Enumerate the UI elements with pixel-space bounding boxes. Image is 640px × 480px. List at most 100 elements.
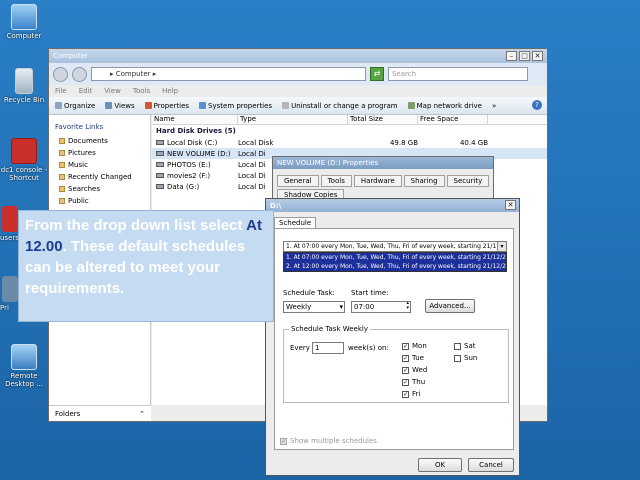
- help-icon[interactable]: ?: [532, 100, 542, 110]
- checkbox-sat[interactable]: Sat: [454, 342, 475, 350]
- schedule-task-label: Schedule Task:: [283, 289, 335, 297]
- column-total-size[interactable]: Total Size: [348, 115, 418, 124]
- menu-view[interactable]: View: [104, 87, 121, 95]
- checkbox-thu[interactable]: ✓ Thu: [402, 378, 425, 386]
- forward-button[interactable]: [72, 66, 87, 82]
- column-name[interactable]: Name: [152, 115, 238, 124]
- tab-security[interactable]: Security: [446, 175, 490, 187]
- menu-tools[interactable]: Tools: [133, 87, 150, 95]
- tab-hardware[interactable]: Hardware: [353, 175, 402, 187]
- desktop-icon-computer[interactable]: Computer: [0, 4, 48, 40]
- tab-tools[interactable]: Tools: [320, 175, 352, 187]
- address-row: ▸ Computer ▸ ⇄ Search: [49, 63, 547, 85]
- uninstall-icon: [282, 102, 290, 109]
- menu-help[interactable]: Help: [162, 87, 178, 95]
- schedule-dropdown-list: 1. At 07:00 every Mon, Tue, Wed, Thu, Fr…: [283, 252, 507, 272]
- start-time-input[interactable]: 07:00 ▴ ▾: [351, 301, 411, 313]
- every-weeks-input[interactable]: 1: [312, 342, 344, 354]
- tab-general[interactable]: General: [277, 175, 319, 187]
- drive-row[interactable]: Local Disk (C:) Local Disk 49.8 GB 40.4 …: [152, 137, 547, 148]
- checkbox-wed[interactable]: ✓ Wed: [402, 366, 427, 374]
- back-button[interactable]: [53, 66, 68, 82]
- checkbox-fri[interactable]: ✓ Fri: [402, 390, 420, 398]
- properties-button[interactable]: Properties: [144, 102, 189, 110]
- checkbox-tue[interactable]: ✓ Tue: [402, 354, 424, 362]
- checkmark-icon: [144, 102, 152, 109]
- dialog-close-button[interactable]: ✕: [505, 200, 516, 210]
- schedule-dialog: D:\ ✕ Schedule 1. At 07:00 every Mon, Tu…: [265, 198, 520, 476]
- organize-button[interactable]: Organize: [55, 102, 95, 110]
- chevron-down-icon[interactable]: ▾: [497, 242, 506, 251]
- drive-icon: [156, 162, 164, 167]
- favorite-recently-changed[interactable]: Recently Changed: [55, 171, 150, 183]
- desktop-icon-remote-desktop[interactable]: Remote Desktop ...: [0, 344, 48, 388]
- remote-desktop-icon: [11, 344, 37, 370]
- checkbox-mon[interactable]: ✓ Mon: [402, 342, 427, 350]
- refresh-icon[interactable]: ⇄: [370, 67, 384, 81]
- group-header[interactable]: Hard Disk Drives (5): [152, 125, 547, 137]
- tab-schedule[interactable]: Schedule: [274, 217, 317, 228]
- advanced-button[interactable]: Advanced...: [425, 299, 475, 313]
- every-label: Every: [290, 344, 310, 352]
- tab-sharing[interactable]: Sharing: [403, 175, 445, 187]
- toolbox-icon: [11, 138, 37, 164]
- system-properties-button[interactable]: System properties: [199, 102, 272, 110]
- minimize-button[interactable]: –: [506, 51, 517, 61]
- desktop-icon-dc1-console[interactable]: dc1 console - Shortcut: [0, 138, 48, 182]
- schedule-pane: 1. At 07:00 every Mon, Tue, Wed, Thu, Fr…: [274, 228, 514, 450]
- schedule-dropdown[interactable]: 1. At 07:00 every Mon, Tue, Wed, Thu, Fr…: [283, 241, 507, 252]
- favorite-public[interactable]: Public: [55, 195, 150, 207]
- desktop-icon-recycle-bin[interactable]: Recycle Bin: [0, 68, 48, 104]
- folders-toggle[interactable]: Folders ⌃: [49, 405, 151, 421]
- more-commands-button[interactable]: »: [492, 102, 496, 110]
- desktop-icon-printers[interactable]: Pri: [0, 276, 20, 312]
- schedule-weekly-group: Schedule Task Weekly Every 1 week(s) on:…: [283, 325, 509, 403]
- map-network-drive-button[interactable]: Map network drive: [407, 102, 482, 110]
- checkbox-sun[interactable]: Sun: [454, 354, 477, 362]
- maximize-button[interactable]: □: [519, 51, 530, 61]
- close-button[interactable]: ✕: [532, 51, 543, 61]
- favorites-header: Favorite Links: [55, 123, 104, 131]
- address-bar[interactable]: ▸ Computer ▸: [91, 67, 366, 81]
- chevron-up-icon: ⌃: [139, 410, 145, 418]
- schedule-task-select[interactable]: Weekly ▾: [283, 301, 345, 313]
- spinner-icon[interactable]: ▴ ▾: [406, 301, 409, 311]
- properties-titlebar[interactable]: NEW VOLUME (D:) Properties: [273, 157, 493, 169]
- network-drive-icon: [407, 102, 415, 109]
- folder-icon: [59, 186, 65, 192]
- weekly-group-label: Schedule Task Weekly: [289, 325, 370, 333]
- recycle-bin-icon: [15, 68, 33, 94]
- menu-file[interactable]: File: [55, 87, 67, 95]
- desktop-icon-users[interactable]: users: [0, 206, 20, 242]
- favorite-searches[interactable]: Searches: [55, 183, 150, 195]
- chevron-down-icon: ▾: [339, 303, 343, 311]
- column-headers: Name Type Total Size Free Space: [152, 115, 547, 125]
- callout-text-a: From the drop down list select: [25, 217, 247, 234]
- column-free-space[interactable]: Free Space: [418, 115, 488, 124]
- dropdown-option-0700[interactable]: 1. At 07:00 every Mon, Tue, Wed, Thu, Fr…: [284, 253, 506, 262]
- drive-icon: [156, 140, 164, 145]
- weeks-on-label: week(s) on:: [348, 344, 389, 352]
- folder-icon: [59, 162, 65, 168]
- window-title: Computer: [53, 52, 88, 60]
- favorite-pictures[interactable]: Pictures: [55, 147, 150, 159]
- drive-icon: [156, 184, 164, 189]
- cancel-button[interactable]: Cancel: [468, 458, 514, 472]
- views-button[interactable]: Views: [105, 102, 135, 110]
- explorer-titlebar[interactable]: Computer: [49, 49, 547, 63]
- menu-edit[interactable]: Edit: [79, 87, 93, 95]
- favorite-documents[interactable]: Documents: [55, 135, 150, 147]
- column-type[interactable]: Type: [238, 115, 348, 124]
- search-input[interactable]: Search: [388, 67, 528, 81]
- uninstall-button[interactable]: Uninstall or change a program: [282, 102, 398, 110]
- schedule-titlebar[interactable]: D:\: [266, 199, 519, 212]
- drive-icon: [156, 151, 164, 156]
- system-icon: [199, 102, 207, 109]
- folder-icon: [59, 198, 65, 204]
- folder-icon: [59, 174, 65, 180]
- menu-bar: File Edit View Tools Help: [49, 85, 547, 97]
- dropdown-option-1200[interactable]: 2. At 12:00 every Mon, Tue, Wed, Thu, Fr…: [284, 262, 506, 271]
- ok-button[interactable]: OK: [418, 458, 462, 472]
- show-multiple-schedules-checkbox[interactable]: ✓ Show multiple schedules: [280, 437, 377, 445]
- favorite-music[interactable]: Music: [55, 159, 150, 171]
